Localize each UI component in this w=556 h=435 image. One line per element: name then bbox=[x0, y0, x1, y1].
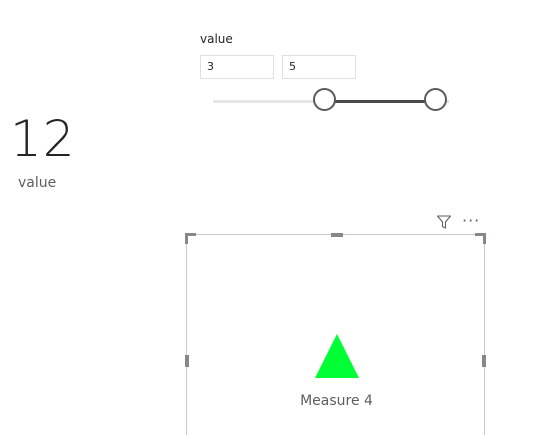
kpi-visual[interactable]: Measure 4 bbox=[185, 233, 486, 435]
resize-handle-left[interactable] bbox=[185, 355, 189, 367]
resize-handle-right[interactable] bbox=[482, 355, 486, 367]
report-canvas: 12 value value 3 5 ··· Measure 4 bbox=[0, 0, 556, 435]
visual-header: ··· bbox=[434, 212, 484, 232]
slicer-max-input[interactable]: 5 bbox=[282, 55, 356, 79]
range-slicer[interactable]: value 3 5 bbox=[195, 28, 465, 123]
card-value: 12 bbox=[10, 110, 76, 168]
kpi-label: Measure 4 bbox=[300, 393, 373, 409]
resize-handle-top-left[interactable] bbox=[185, 233, 196, 244]
card-visual[interactable]: 12 value bbox=[0, 105, 78, 195]
slicer-min-input[interactable]: 3 bbox=[200, 55, 274, 79]
slider-range-fill bbox=[324, 100, 436, 103]
resize-handle-top[interactable] bbox=[331, 233, 343, 237]
slider-thumb-low[interactable] bbox=[312, 88, 336, 111]
slider-thumb-high[interactable] bbox=[423, 88, 447, 111]
resize-handle-top-right[interactable] bbox=[475, 233, 486, 244]
filter-icon[interactable] bbox=[436, 214, 452, 230]
slider-track[interactable] bbox=[213, 88, 449, 111]
more-options-icon[interactable]: ··· bbox=[462, 212, 480, 230]
card-label: value bbox=[18, 175, 57, 191]
triangle-up-icon bbox=[315, 334, 359, 378]
slicer-title: value bbox=[200, 32, 233, 46]
